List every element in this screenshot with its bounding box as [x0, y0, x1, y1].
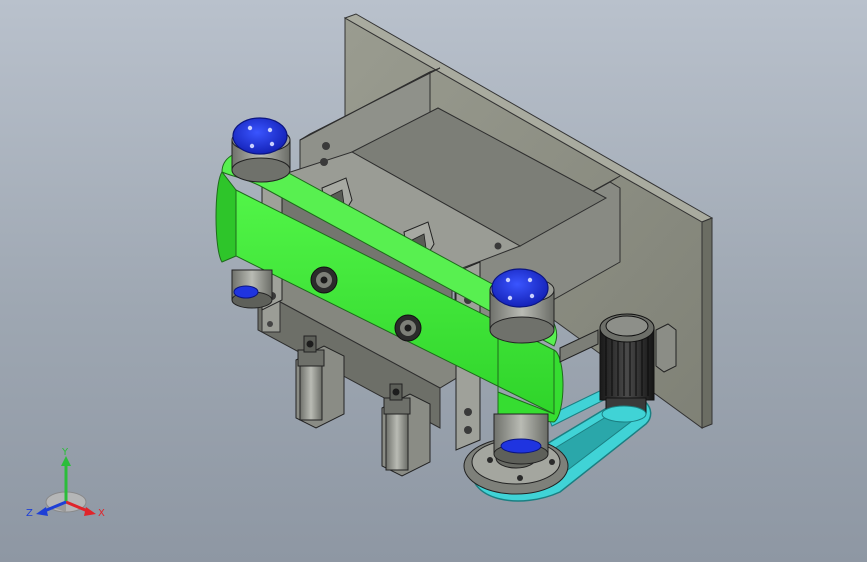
- right-pulley-cap-blue[interactable]: [491, 268, 549, 308]
- left-pulley-cap-blue[interactable]: [232, 117, 288, 155]
- triad-x-label: X: [98, 508, 105, 519]
- triad-y-label: Y: [61, 447, 69, 458]
- coordinate-triad-icon: Y X Z: [26, 447, 105, 519]
- cad-viewport[interactable]: [0, 0, 867, 562]
- belt-idler-bearing-2[interactable]: [394, 314, 422, 342]
- drive-motor[interactable]: [599, 313, 677, 423]
- belt-idler-bearing-1[interactable]: [310, 266, 338, 294]
- triad-z-label: Z: [26, 508, 33, 519]
